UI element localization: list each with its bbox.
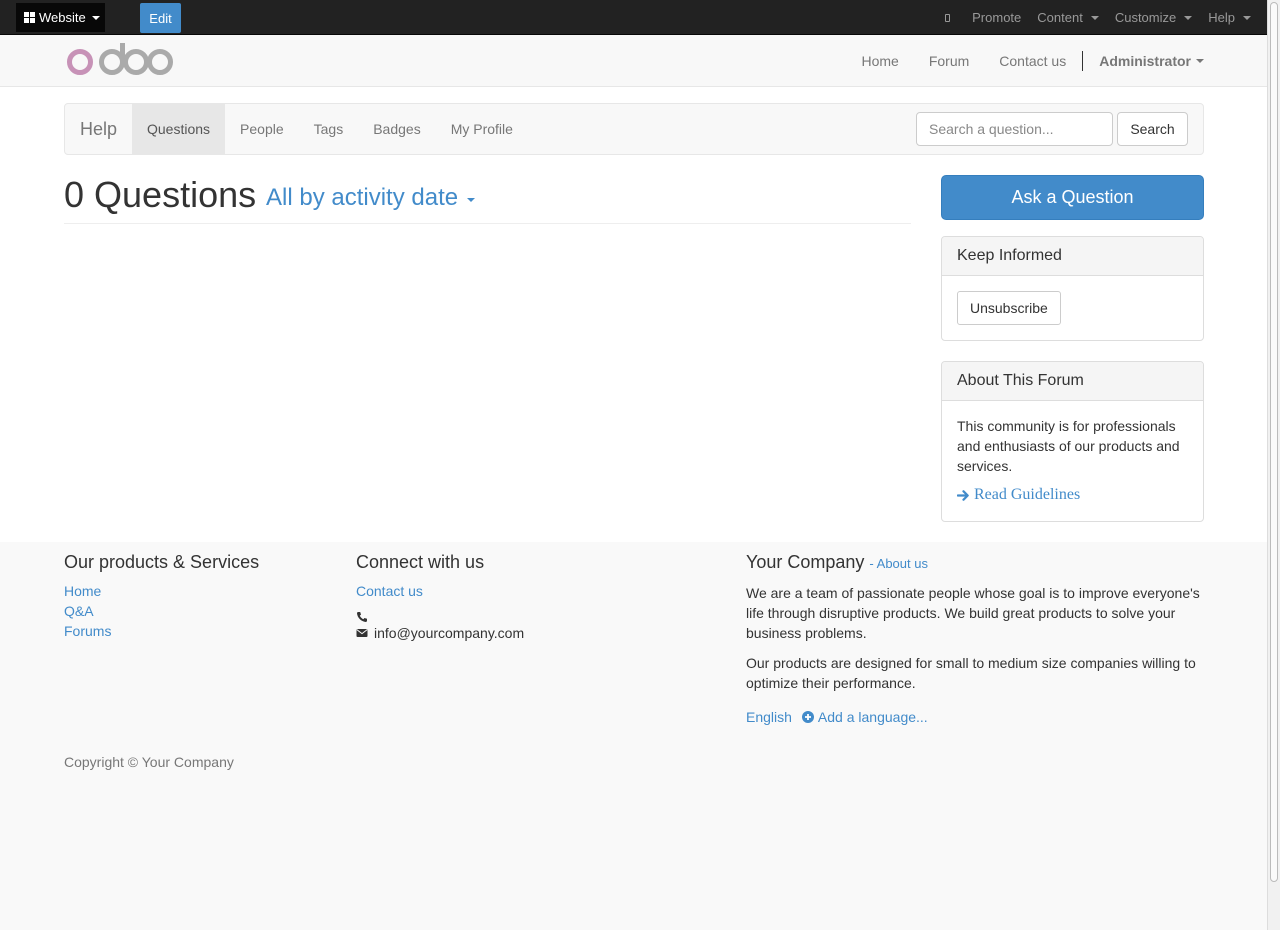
- keep-informed-title: Keep Informed: [942, 237, 1203, 276]
- nav-divider: [1082, 51, 1084, 71]
- phone-icon: [357, 612, 367, 622]
- ask-question-button[interactable]: Ask a Question: [941, 175, 1204, 220]
- copyright-text: Copyright © Your Company: [64, 754, 234, 770]
- forum-tabs: Questions People Tags Badges My Profile: [132, 104, 528, 154]
- nav-forum[interactable]: Forum: [914, 53, 984, 69]
- add-language-label: Add a language...: [817, 709, 928, 725]
- forum-brand[interactable]: Help: [80, 104, 117, 154]
- mobile-preview-button[interactable]: [937, 13, 964, 22]
- plus-circle-icon: [801, 711, 814, 723]
- site-header: Home Forum Contact us Administrator: [0, 35, 1267, 87]
- footer-email-value: info@yourcompany.com: [374, 625, 525, 641]
- website-apps-menu[interactable]: Website: [16, 3, 105, 32]
- about-forum-text: This community is for professionals and …: [957, 418, 1180, 474]
- footer-company-title: Your Company: [746, 552, 865, 572]
- footer-connect-column: Connect with us Contact us info@yourcomp…: [356, 551, 726, 643]
- arrow-right-icon: [957, 489, 969, 501]
- footer-company-text-2: Our products are designed for small to m…: [746, 655, 1196, 691]
- caret-down-icon: [1243, 15, 1251, 20]
- content-label: Content: [1037, 10, 1083, 25]
- footer-connect-title: Connect with us: [356, 552, 485, 572]
- user-menu[interactable]: Administrator: [1084, 53, 1204, 69]
- footer-link-forums[interactable]: Forums: [64, 621, 344, 641]
- footer-link-home[interactable]: Home: [64, 581, 344, 601]
- nav-home[interactable]: Home: [846, 53, 913, 69]
- admin-bar: Website Edit Promote Content Customize H…: [0, 0, 1267, 35]
- site-nav: Home Forum Contact us Administrator: [846, 35, 1204, 87]
- search-input[interactable]: [916, 112, 1113, 146]
- help-menu[interactable]: Help: [1200, 10, 1259, 25]
- customize-label: Customize: [1114, 10, 1177, 25]
- language-english[interactable]: English: [746, 709, 792, 725]
- caret-down-icon: [1184, 15, 1193, 20]
- tab-questions[interactable]: Questions: [132, 104, 226, 154]
- content-menu[interactable]: Content: [1029, 10, 1107, 25]
- caret-down-icon: [1196, 59, 1204, 63]
- mobile-icon: [945, 13, 951, 22]
- language-selector: English Add a language...: [746, 709, 1204, 725]
- scrollbar-thumb[interactable]: [1270, 2, 1278, 882]
- page-scrollbar[interactable]: [1267, 0, 1280, 930]
- search-button[interactable]: Search: [1117, 112, 1188, 146]
- footer-company-heading: Your Company - About us: [746, 551, 1204, 575]
- nav-contact-us[interactable]: Contact us: [984, 53, 1081, 69]
- footer-phone: [356, 611, 726, 623]
- keep-informed-panel: Keep Informed Unsubscribe: [941, 236, 1204, 341]
- tab-tags[interactable]: Tags: [299, 104, 359, 154]
- tab-people[interactable]: People: [225, 104, 299, 154]
- read-guidelines-label: Read Guidelines: [974, 486, 1081, 503]
- sort-label: All by activity date: [266, 184, 459, 211]
- apps-grid-icon: [24, 12, 35, 23]
- caret-down-icon: [1090, 15, 1099, 20]
- logo-mark: [67, 43, 173, 75]
- customize-menu[interactable]: Customize: [1107, 10, 1200, 25]
- caret-down-icon: [91, 15, 100, 20]
- questions-count: 0 Questions: [64, 174, 257, 215]
- questions-header: 0 Questions All by activity date: [64, 172, 911, 224]
- read-guidelines-link[interactable]: Read Guidelines: [957, 486, 1188, 504]
- about-us-link[interactable]: - About us: [869, 556, 928, 571]
- help-label: Help: [1208, 10, 1235, 25]
- promote-label: Promote: [972, 10, 1022, 25]
- footer-link-contact-us[interactable]: Contact us: [356, 581, 726, 601]
- sort-dropdown[interactable]: All by activity date: [266, 184, 476, 212]
- footer: Our products & Services Home Q&A Forums …: [0, 542, 1267, 930]
- admin-bar-right-menu: Promote Content Customize Help: [937, 0, 1259, 35]
- envelope-icon: [356, 629, 368, 637]
- add-language-link[interactable]: Add a language...: [801, 709, 928, 725]
- footer-company-column: Your Company - About us We are a team of…: [746, 551, 1204, 725]
- about-forum-title: About This Forum: [942, 362, 1203, 401]
- about-forum-panel: About This Forum This community is for p…: [941, 361, 1204, 522]
- footer-link-qa[interactable]: Q&A: [64, 601, 344, 621]
- apps-menu-label: Website: [39, 10, 86, 25]
- footer-products-column: Our products & Services Home Q&A Forums: [64, 551, 344, 641]
- footer-email: info@yourcompany.com: [356, 623, 726, 643]
- user-name: Administrator: [1099, 53, 1191, 69]
- odoo-logo[interactable]: [66, 43, 174, 80]
- unsubscribe-button[interactable]: Unsubscribe: [957, 291, 1061, 325]
- edit-button[interactable]: Edit: [140, 3, 181, 33]
- footer-products-title: Our products & Services: [64, 552, 260, 572]
- promote-menu[interactable]: Promote: [964, 10, 1029, 25]
- tab-my-profile[interactable]: My Profile: [436, 104, 528, 154]
- footer-company-text-1: We are a team of passionate people whose…: [746, 585, 1200, 641]
- tab-badges[interactable]: Badges: [358, 104, 435, 154]
- caret-down-icon: [467, 198, 476, 202]
- forum-navbar: Help Questions People Tags Badges My Pro…: [64, 103, 1204, 155]
